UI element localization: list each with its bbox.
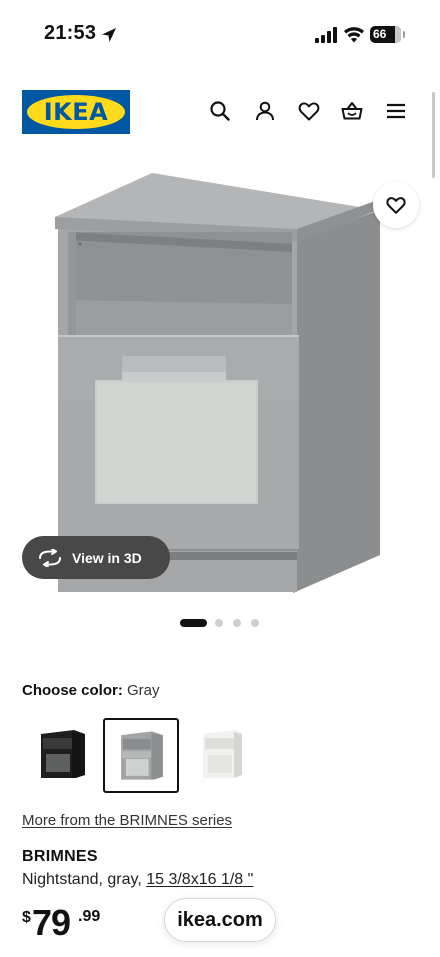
pager-dot[interactable] — [251, 619, 259, 627]
pager-dot[interactable] — [215, 619, 223, 627]
selected-color-value: Gray — [127, 682, 160, 699]
color-swatch-white[interactable] — [186, 718, 262, 793]
battery-indicator: 66 — [370, 26, 405, 43]
product-image[interactable] — [0, 160, 440, 600]
location-arrow-icon — [102, 28, 116, 42]
logo-oval: IKEA — [27, 95, 125, 129]
shopping-basket-icon[interactable] — [340, 99, 364, 123]
price-whole: 79 — [32, 902, 71, 943]
status-time: 21:53 — [44, 22, 97, 44]
image-pager — [0, 619, 440, 629]
color-swatch-gray[interactable] — [103, 718, 179, 793]
rotate-3d-icon — [39, 548, 61, 567]
product-description-text: Nightstand, gray, — [22, 871, 142, 888]
color-swatch-black[interactable] — [24, 718, 100, 793]
battery-level: 66 — [373, 27, 387, 41]
wifi-icon — [344, 27, 364, 43]
ikea-logo[interactable]: IKEA — [22, 90, 130, 134]
cellular-signal-icon — [315, 27, 337, 43]
pager-dot[interactable] — [233, 619, 241, 627]
battery-empty-portion — [395, 26, 401, 43]
menu-icon[interactable] — [384, 99, 408, 123]
account-icon[interactable] — [253, 99, 277, 123]
series-link[interactable]: More from the BRIMNES series — [22, 812, 232, 829]
choose-color-label: Choose color: — [22, 682, 123, 699]
view-in-3d-button[interactable]: View in 3D — [22, 536, 170, 579]
view-in-3d-label: View in 3D — [72, 549, 142, 566]
gray-nightstand-thumbnail — [121, 731, 163, 780]
heart-icon — [386, 197, 406, 214]
heart-icon[interactable] — [297, 99, 321, 123]
product-description: Nightstand, gray, 15 3/8x16 1/8 " — [22, 871, 253, 889]
product-dimensions-link[interactable]: 15 3/8x16 1/8 " — [146, 871, 253, 888]
search-icon[interactable] — [208, 99, 232, 123]
browser-url-pill[interactable]: ikea.com — [164, 898, 276, 942]
pager-dot-active[interactable] — [180, 619, 207, 627]
choose-color: Choose color: Gray — [22, 682, 160, 699]
logo-text: IKEA — [43, 98, 109, 126]
favorite-button[interactable] — [373, 182, 419, 228]
status-bar: 21:53 66 — [0, 0, 440, 70]
product-page: 21:53 66 IKEA View in 3D Choose color: G… — [0, 0, 440, 957]
price-cents: .99 — [78, 908, 101, 925]
product-name: BRIMNES — [22, 848, 98, 865]
price-currency: $ — [22, 909, 31, 926]
site-header: IKEA — [0, 88, 440, 136]
browser-url: ikea.com — [177, 908, 263, 931]
